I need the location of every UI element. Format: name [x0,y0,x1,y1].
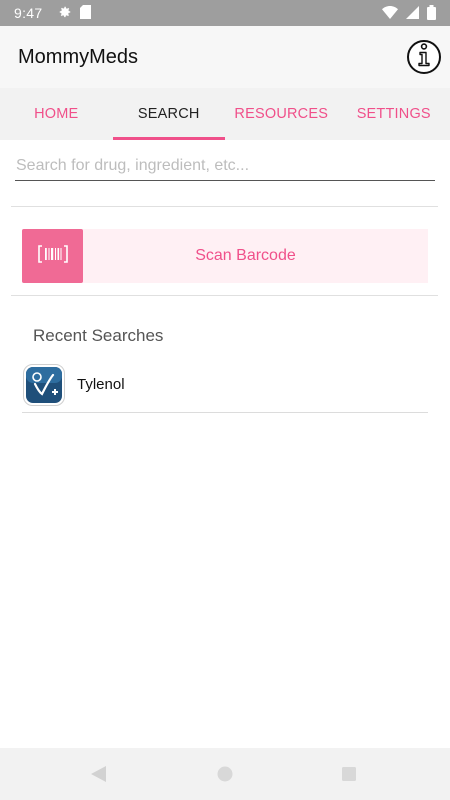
info-icon [417,42,431,72]
screen: 9:47 MommyMeds HOME SEARCH RESOURCES SET… [0,0,450,800]
app-title: MommyMeds [18,46,139,68]
home-icon[interactable] [217,766,233,787]
search-field [15,153,435,181]
signal-icon [406,6,419,19]
back-icon[interactable] [90,765,107,788]
tab-resources[interactable]: RESOURCES [225,88,338,140]
tab-bar: HOME SEARCH RESOURCES SETTINGS [0,88,450,140]
recent-search-label: Tylenol [77,376,125,393]
scan-barcode-button[interactable]: Scan Barcode [22,229,428,283]
scan-barcode-label: Scan Barcode [195,247,296,264]
app-logo-icon [23,363,65,406]
info-button[interactable] [407,40,441,74]
status-left-icons [58,5,91,19]
sim-card-icon [80,5,91,19]
recents-icon[interactable] [342,767,356,786]
divider [11,295,438,296]
tab-settings[interactable]: SETTINGS [338,88,450,140]
navigation-bar [0,748,450,800]
tab-search[interactable]: SEARCH [112,88,226,140]
settings-icon [58,5,72,19]
barcode-icon [37,244,68,269]
status-bar: 9:47 [0,0,450,26]
status-time: 9:47 [14,5,43,21]
search-input[interactable] [15,153,435,179]
divider [11,206,438,207]
battery-icon [427,5,436,20]
status-right-icons [382,5,436,20]
tab-home[interactable]: HOME [0,88,113,140]
recent-search-item[interactable]: Tylenol [22,357,428,413]
recent-searches-title: Recent Searches [33,326,164,345]
app-bar: MommyMeds [0,26,450,88]
wifi-icon [382,6,398,19]
scan-icon-box [22,229,83,283]
